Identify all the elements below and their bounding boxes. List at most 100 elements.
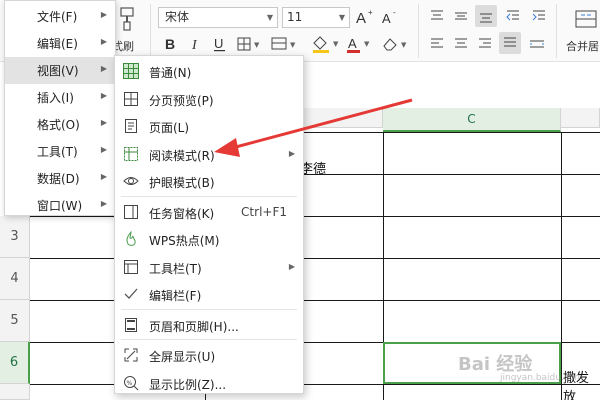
align-bottom-icon (480, 13, 492, 23)
menu-item-insert[interactable]: 插入(I) ▶ (5, 84, 115, 111)
row-header-5[interactable]: 5 (0, 300, 30, 342)
align-right-button[interactable] (475, 34, 495, 54)
toolbar-icon (124, 259, 138, 274)
font-color-button[interactable]: A ▼ (345, 34, 373, 54)
grid-icon (123, 63, 139, 79)
svg-text:▼: ▼ (333, 40, 339, 48)
menu-item-format[interactable]: 格式(O) ▶ (5, 111, 115, 138)
row-header-4[interactable]: 4 (0, 258, 30, 300)
submenu-item-label: 编辑栏(F) (149, 289, 202, 303)
svg-text:I: I (191, 38, 198, 52)
font-size-select[interactable]: 11 ▼ (282, 7, 350, 28)
font-shrink-icon: A- (382, 8, 396, 26)
menu-item-tools[interactable]: 工具(T) ▶ (5, 138, 115, 165)
bold-button[interactable]: B (161, 34, 181, 54)
chevron-right-icon: ▶ (100, 37, 107, 46)
paint-bucket-icon: ▼ (313, 36, 339, 53)
chevron-right-icon: ▶ (288, 261, 295, 271)
underline-button[interactable]: U (210, 34, 230, 54)
chevron-right-icon: ▶ (100, 64, 107, 73)
chevron-right-icon: ▶ (288, 148, 295, 158)
align-middle-icon (455, 12, 467, 20)
submenu-item-normal[interactable]: 普通(N) (115, 57, 303, 85)
submenu-item-page-break-preview[interactable]: 分页预览(P) (115, 85, 303, 113)
submenu-item-zoom[interactable]: % 显示比例(Z)... (115, 369, 303, 397)
svg-text:U: U (214, 36, 223, 51)
reading-mode-icon (124, 146, 138, 161)
menu-item-file[interactable]: 文件(F) ▶ (5, 3, 115, 30)
submenu-item-reading-mode[interactable]: 阅读模式(R) ▶ (115, 140, 303, 168)
svg-text:▼: ▼ (290, 41, 296, 49)
column-header-c[interactable]: C (383, 108, 561, 132)
chevron-right-icon: ▶ (100, 118, 107, 127)
justify-button[interactable] (499, 32, 521, 54)
submenu-item-label: 任务窗格(K) (149, 206, 215, 221)
distributed-icon (530, 40, 544, 48)
menu-separator (121, 308, 297, 310)
italic-icon: I (191, 38, 198, 52)
row-header-6[interactable]: 6 (0, 342, 30, 384)
page-break-icon (124, 91, 138, 106)
fill-color-button[interactable]: ▼ (310, 34, 342, 54)
submenu-item-label: 工具栏(T) (149, 261, 202, 276)
outdent-icon (506, 10, 519, 21)
borders-button[interactable]: ▼ (236, 34, 264, 54)
menu-item-edit[interactable]: 编辑(E) ▶ (5, 30, 115, 57)
checkmark-icon (124, 288, 138, 299)
column-header-d[interactable] (561, 108, 600, 128)
submenu-item-eye-protection[interactable]: 护眼模式(B) (115, 167, 303, 195)
merge-center-label[interactable]: 合并居 (566, 38, 599, 54)
align-left-button[interactable] (427, 34, 447, 54)
align-top-button[interactable] (427, 6, 447, 26)
font-name-value: 宋体 (165, 10, 190, 24)
menu-item-label: 编辑(E) (37, 37, 78, 51)
cell-style-button[interactable]: ▼ (270, 34, 300, 54)
cell-d6-text[interactable]: 撒发放 (563, 367, 600, 400)
font-name-select[interactable]: 宋体 ▼ (158, 7, 278, 28)
submenu-item-label: 页面(L) (149, 121, 190, 135)
menu-item-label: 视图(V) (37, 64, 79, 78)
increase-font-size-button[interactable]: A + (355, 7, 375, 27)
font-size-value: 11 (287, 10, 303, 24)
align-middle-button[interactable] (451, 6, 471, 26)
submenu-item-label: 普通(N) (149, 66, 192, 80)
submenu-item-task-pane[interactable]: 任务窗格(K) Ctrl+F1 (115, 198, 303, 226)
font-grow-icon: A + (356, 8, 373, 26)
submenu-item-header-footer[interactable]: 页眉和页脚(H)... (115, 311, 303, 339)
decrease-font-size-button[interactable]: A- (380, 7, 400, 27)
align-bottom-button[interactable] (475, 5, 497, 27)
submenu-item-wps-hotspot[interactable]: WPS热点(M) (115, 225, 303, 253)
task-pane-icon (124, 204, 138, 219)
baidu-watermark-url: jingyan.baidu.com (500, 373, 584, 383)
row-header-7[interactable] (0, 384, 30, 400)
submenu-item-fullscreen[interactable]: 全屏显示(U) (115, 341, 303, 369)
format-painter-icon[interactable] (118, 6, 136, 32)
svg-text:▼: ▼ (401, 41, 407, 49)
increase-indent-button[interactable] (529, 6, 549, 26)
svg-text:-: - (393, 8, 396, 17)
align-center-button[interactable] (451, 34, 471, 54)
svg-text:A: A (356, 10, 366, 26)
menu-item-data[interactable]: 数据(D) ▶ (5, 165, 115, 192)
submenu-item-label: 护眼模式(B) (149, 176, 215, 190)
submenu-item-toolbar[interactable]: 工具栏(T) ▶ (115, 253, 303, 281)
decrease-indent-button[interactable] (503, 6, 523, 26)
italic-button[interactable]: I (186, 34, 206, 54)
zoom-icon: % (124, 375, 139, 390)
chevron-right-icon: ▶ (100, 199, 107, 208)
menu-item-window[interactable]: 窗口(W) ▶ (5, 192, 115, 219)
align-right-icon (479, 38, 491, 48)
row-header-3[interactable]: 3 (0, 216, 30, 258)
merge-center-icon-button[interactable] (574, 6, 598, 32)
submenu-item-label: 全屏显示(U) (149, 350, 216, 364)
menu-separator (121, 339, 297, 340)
submenu-item-formula-bar[interactable]: 编辑栏(F) (115, 280, 303, 308)
clear-format-button[interactable]: ▼ (380, 34, 410, 54)
shortcut-label: Ctrl+F1 (241, 204, 287, 219)
menu-item-label: 窗口(W) (37, 199, 83, 213)
submenu-item-page[interactable]: 页面(L) (115, 112, 303, 140)
menu-item-view[interactable]: 视图(V) ▶ (5, 57, 115, 84)
submenu-item-label: 阅读模式(R) (149, 148, 215, 163)
distributed-align-button[interactable] (527, 34, 547, 54)
menu-item-label: 格式(O) (37, 118, 80, 132)
